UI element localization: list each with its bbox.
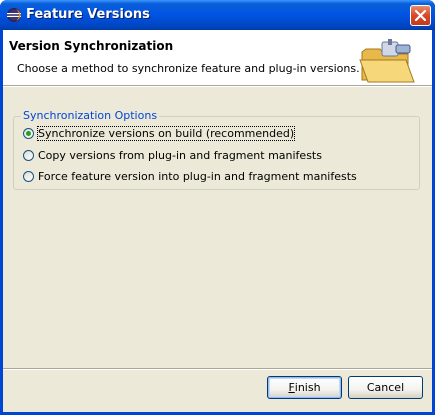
- radio-button[interactable]: [23, 149, 34, 161]
- radio-button[interactable]: [23, 127, 34, 139]
- title-bar[interactable]: Feature Versions: [0, 0, 435, 30]
- radio-sync-on-build[interactable]: Synchronize versions on build (recommend…: [23, 125, 296, 141]
- eclipse-icon: [7, 8, 21, 22]
- page-title: Version Synchronization: [9, 39, 174, 53]
- window-title: Feature Versions: [26, 7, 150, 22]
- dialog-client: Version Synchronization Choose a method …: [3, 30, 432, 412]
- dialog-window: Feature Versions Version Synchronization…: [0, 0, 435, 415]
- radio-label: Synchronize versions on build (recommend…: [36, 125, 296, 141]
- cancel-button[interactable]: Cancel: [348, 376, 423, 399]
- page-description: Choose a method to synchronize feature a…: [17, 62, 360, 75]
- radio-label: Force feature version into plug-in and f…: [38, 169, 357, 183]
- group-label: Synchronization Options: [21, 109, 160, 122]
- finish-button[interactable]: Finish: [267, 376, 342, 399]
- wizard-header: Version Synchronization Choose a method …: [3, 30, 432, 86]
- close-button[interactable]: [410, 5, 431, 26]
- radio-copy-from-manifests[interactable]: Copy versions from plug-in and fragment …: [23, 147, 322, 163]
- radio-force-feature-version[interactable]: Force feature version into plug-in and f…: [23, 168, 357, 184]
- radio-button[interactable]: [23, 170, 34, 182]
- close-icon: [414, 9, 427, 22]
- feature-folder-icon: [359, 39, 415, 83]
- radio-label: Copy versions from plug-in and fragment …: [38, 148, 322, 162]
